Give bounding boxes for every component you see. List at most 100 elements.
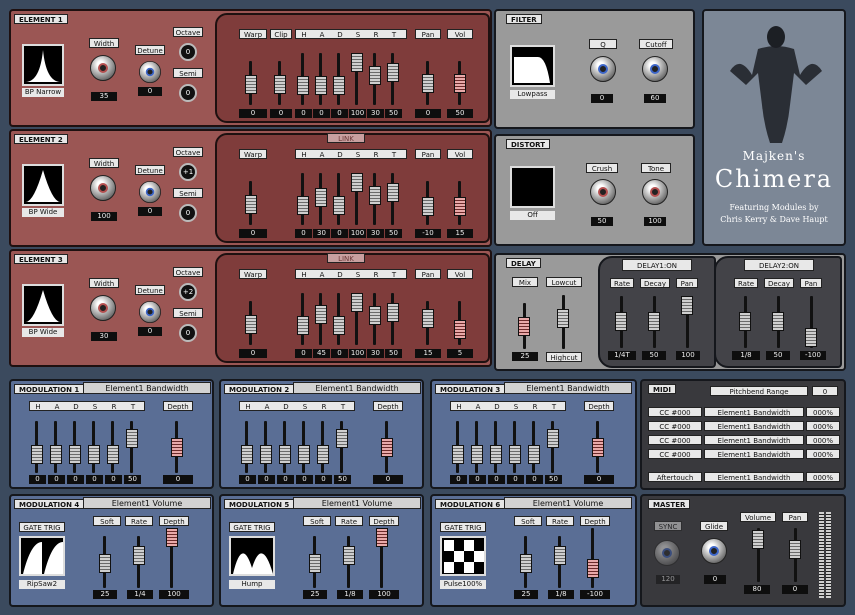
tone-knob[interactable] — [642, 179, 668, 205]
delay2-pan-fader[interactable] — [805, 328, 817, 347]
warp-fader[interactable] — [245, 314, 257, 334]
env-r-fader[interactable] — [369, 306, 381, 326]
mod-h-fader[interactable] — [452, 444, 464, 464]
mod-a-fader[interactable] — [471, 444, 483, 464]
sync-knob[interactable] — [654, 540, 680, 566]
mod-r-fader[interactable] — [107, 444, 119, 464]
delay2-on[interactable]: DELAY2:ON — [744, 259, 814, 271]
modulation-target[interactable]: Element1 Bandwidth — [83, 382, 211, 394]
detune-knob[interactable] — [138, 180, 162, 204]
midi-cc-target[interactable]: Element1 Bandwidth — [704, 421, 804, 431]
octave-dial[interactable]: +1 — [179, 163, 197, 181]
midi-cc-target[interactable]: Element1 Bandwidth — [704, 407, 804, 417]
env-t-fader[interactable] — [387, 182, 399, 202]
mod-a-fader[interactable] — [260, 444, 272, 464]
wave-display[interactable] — [22, 164, 64, 206]
semi-dial[interactable]: 0 — [179, 204, 197, 222]
warp-fader[interactable] — [245, 74, 257, 94]
wave-display[interactable] — [22, 284, 64, 326]
vol-fader[interactable] — [454, 73, 466, 93]
env-a-fader[interactable] — [315, 304, 327, 324]
detune-knob[interactable] — [138, 300, 162, 324]
q-knob[interactable] — [590, 56, 616, 82]
env-s-fader[interactable] — [351, 293, 363, 312]
midi-cc-number[interactable]: CC #000 — [648, 449, 702, 459]
mod-d-fader[interactable] — [279, 444, 291, 464]
modulation-target[interactable]: Element1 Bandwidth — [293, 382, 421, 394]
depth-fader[interactable] — [587, 558, 599, 578]
semi-dial[interactable]: 0 — [179, 84, 197, 102]
env-r-fader[interactable] — [369, 66, 381, 86]
mod-t-fader[interactable] — [336, 429, 348, 449]
rate-fader[interactable] — [554, 545, 566, 565]
env-t-fader[interactable] — [387, 302, 399, 322]
env-h-fader[interactable] — [297, 76, 309, 96]
mod-h-fader[interactable] — [31, 444, 43, 464]
filter-type-display[interactable] — [510, 45, 555, 87]
lfo-shape-display[interactable] — [19, 536, 65, 576]
depth-fader[interactable] — [592, 437, 604, 457]
soft-fader[interactable] — [309, 554, 321, 574]
env-h-fader[interactable] — [297, 196, 309, 216]
width-knob[interactable] — [90, 295, 116, 321]
master-pan-fader[interactable] — [789, 540, 801, 559]
vol-fader[interactable] — [454, 197, 466, 217]
modulation-target[interactable]: Element1 Volume — [504, 497, 632, 509]
mod-t-fader[interactable] — [126, 429, 138, 449]
midi-cc-amount[interactable]: 000% — [806, 449, 840, 459]
env-a-fader[interactable] — [315, 187, 327, 207]
mod-r-fader[interactable] — [528, 444, 540, 464]
env-d-fader[interactable] — [333, 76, 345, 96]
detune-knob[interactable] — [138, 60, 162, 84]
pan-fader[interactable] — [422, 73, 434, 93]
midi-cc-amount[interactable]: 000% — [806, 421, 840, 431]
mod-h-fader[interactable] — [241, 444, 253, 464]
cutoff-knob[interactable] — [642, 56, 668, 82]
depth-fader[interactable] — [166, 528, 178, 547]
crush-knob[interactable] — [590, 179, 616, 205]
pitchbend-value[interactable]: 0 — [812, 386, 838, 396]
env-d-fader[interactable] — [333, 316, 345, 336]
clip-fader[interactable] — [274, 74, 286, 94]
mod-t-fader[interactable] — [547, 429, 559, 449]
lfo-shape-display[interactable] — [440, 536, 486, 576]
octave-dial[interactable]: +2 — [179, 283, 197, 301]
mod-d-fader[interactable] — [69, 444, 81, 464]
aftertouch-target[interactable]: Element1 Bandwidth — [704, 472, 804, 482]
env-r-fader[interactable] — [369, 186, 381, 206]
lfo-shape-display[interactable] — [229, 536, 275, 576]
wave-display[interactable] — [22, 44, 64, 86]
midi-cc-number[interactable]: CC #000 — [648, 435, 702, 445]
delay1-rate-fader[interactable] — [615, 312, 627, 331]
soft-fader[interactable] — [99, 554, 111, 574]
midi-cc-number[interactable]: CC #000 — [648, 407, 702, 417]
env-a-fader[interactable] — [315, 76, 327, 96]
mod-r-fader[interactable] — [317, 444, 329, 464]
delay1-decay-fader[interactable] — [648, 312, 660, 331]
semi-dial[interactable]: 0 — [179, 324, 197, 342]
glide-knob[interactable] — [701, 538, 727, 564]
rate-fader[interactable] — [343, 545, 355, 565]
sync-button[interactable]: SYNC — [654, 521, 682, 531]
midi-cc-target[interactable]: Element1 Bandwidth — [704, 435, 804, 445]
soft-fader[interactable] — [520, 554, 532, 574]
depth-fader[interactable] — [376, 528, 388, 547]
env-s-fader[interactable] — [351, 53, 363, 72]
distort-type-display[interactable] — [510, 166, 555, 208]
gate-trig-button[interactable]: GATE TRIG — [440, 522, 486, 532]
modulation-target[interactable]: Element1 Volume — [83, 497, 211, 509]
gate-trig-button[interactable]: GATE TRIG — [19, 522, 65, 532]
env-h-fader[interactable] — [297, 316, 309, 336]
volume-fader[interactable] — [752, 530, 764, 549]
cut-fader[interactable] — [557, 309, 569, 328]
env-t-fader[interactable] — [387, 62, 399, 82]
mod-s-fader[interactable] — [509, 444, 521, 464]
depth-fader[interactable] — [171, 437, 183, 457]
mod-s-fader[interactable] — [298, 444, 310, 464]
midi-cc-target[interactable]: Element1 Bandwidth — [704, 449, 804, 459]
delay2-decay-fader[interactable] — [772, 312, 784, 331]
width-knob[interactable] — [90, 175, 116, 201]
link-button[interactable]: LINK — [327, 133, 365, 143]
mix-fader[interactable] — [518, 317, 530, 336]
link-button[interactable]: LINK — [327, 253, 365, 263]
